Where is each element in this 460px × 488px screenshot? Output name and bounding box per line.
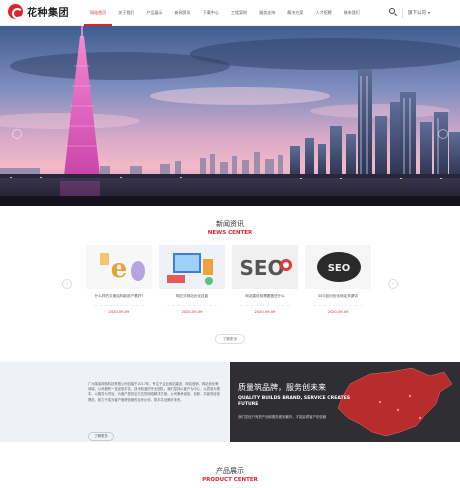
hero-city-skyline-image <box>0 26 460 206</box>
svg-text:e: e <box>111 254 128 284</box>
logo-mark-icon <box>8 4 23 19</box>
news-thumb-ie-image: e <box>86 245 152 289</box>
news-title-text: 响应式网站优化技能 <box>175 294 209 298</box>
search-icon[interactable] <box>388 7 398 17</box>
logo[interactable]: 花种集团 <box>8 4 69 19</box>
language-label: 旗下公司 <box>408 11 426 16</box>
nav-item-contact[interactable]: 联系我们 <box>338 0 366 26</box>
news-date: 2020-09-09 <box>254 310 276 314</box>
about-more-button[interactable]: 了解更多 <box>88 432 114 441</box>
news-card[interactable]: 响应式网站优化技能 2020-09-09 <box>159 245 225 321</box>
site-header: 花种集团 网站首页 关于我们 产品展示 新闻资讯 下载中心 工程案例 服务支持 … <box>0 0 460 26</box>
nav-item-products[interactable]: 产品展示 <box>140 0 168 26</box>
news-card[interactable]: SEO SEO如何优化网站关键词 2020-09-09 <box>305 245 371 321</box>
logo-text: 花种集团 <box>27 8 69 19</box>
news-prev-arrow[interactable]: ‹ <box>62 279 72 289</box>
slogan-cn: 质量筑品牌，服务创未来 <box>238 383 326 392</box>
header-divider <box>402 8 403 18</box>
news-thumb-seo-image: SEO <box>232 245 298 289</box>
news-title-text: 网站建设前需要做些什么 <box>245 294 285 298</box>
news-title-text: SEO如何优化网站关键词 <box>318 294 358 298</box>
news-title: 新闻资讯 <box>216 220 244 228</box>
nav-item-service[interactable]: 服务支持 <box>253 0 281 26</box>
slogan-panel: 质量筑品牌，服务创未来 QUALITY BUILDS BRAND, SERVIC… <box>230 362 460 442</box>
products-subtitle: PRODUCT CENTER <box>202 477 258 483</box>
news-divider <box>240 305 290 306</box>
news-date: 2020-09-09 <box>327 310 349 314</box>
hero-next-arrow[interactable] <box>438 129 448 139</box>
nav-item-solutions[interactable]: 解决方案 <box>281 0 309 26</box>
chevron-down-icon: ▾ <box>428 10 431 15</box>
language-switcher[interactable]: 旗下公司 ▾ <box>408 0 430 26</box>
news-thumb-keywords-image: SEO <box>305 245 371 289</box>
main-nav: 网站首页 关于我们 产品展示 新闻资讯 下载中心 工程案例 服务支持 解决方案 … <box>84 0 366 26</box>
nav-item-download[interactable]: 下载中心 <box>197 0 225 26</box>
news-date: 2020-09-09 <box>181 310 203 314</box>
svg-text:SEO: SEO <box>328 263 351 274</box>
hero-banner <box>0 26 460 206</box>
news-subtitle: NEWS CENTER <box>207 230 253 236</box>
slogan-en: QUALITY BUILDS BRAND, SERVICE CREATES FU… <box>238 396 351 408</box>
news-date: 2020-09-09 <box>108 310 130 314</box>
nav-item-about[interactable]: 关于我们 <box>112 0 140 26</box>
products-title: 产品展示 <box>216 467 244 475</box>
news-divider <box>94 305 144 306</box>
news-divider <box>167 305 217 306</box>
about-text: 广州某某网络科技有限公司创建于2017年，专注于企业网站建设、网站营销、网站优化… <box>88 382 220 402</box>
news-thumb-devices-image <box>159 245 225 289</box>
news-next-arrow[interactable]: › <box>388 279 398 289</box>
nav-item-home[interactable]: 网站首页 <box>84 0 113 26</box>
nav-item-jobs[interactable]: 人才招聘 <box>310 0 338 26</box>
hero-prev-arrow[interactable] <box>12 129 22 139</box>
news-more-button[interactable]: 了解更多 <box>215 334 245 344</box>
nav-item-news[interactable]: 新闻资讯 <box>169 0 197 26</box>
svg-text:SEO: SEO <box>239 256 284 280</box>
news-divider <box>313 305 363 306</box>
slogan-sub: 我们坚信只有把产品和服务做到最好，才能赢得客户的信赖 <box>238 415 327 419</box>
nav-item-cases[interactable]: 工程案例 <box>225 0 253 26</box>
news-card[interactable]: SEO 网站建设前需要做些什么 2020-09-09 <box>232 245 298 321</box>
news-card[interactable]: e 什么样的文案结构能用户看好? 2020-09-09 <box>86 245 152 321</box>
news-title-text: 什么样的文案结构能用户看好? <box>94 294 144 298</box>
about-section: 广州某某网络科技有限公司创建于2017年，专注于企业网站建设、网站营销、网站优化… <box>0 362 230 442</box>
